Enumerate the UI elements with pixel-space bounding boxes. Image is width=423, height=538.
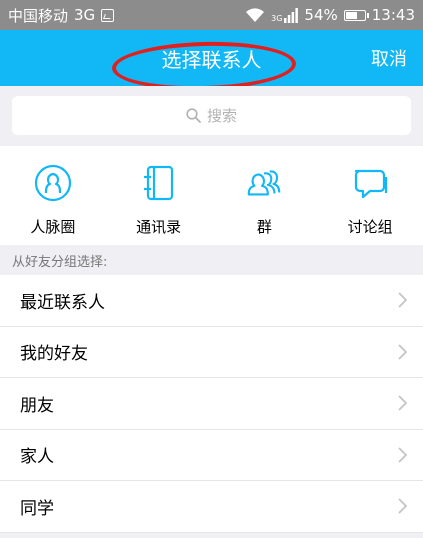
contact-circle-button[interactable]: 人脉圈	[0, 146, 106, 245]
status-right: 3G 54% 13:43	[245, 6, 415, 24]
status-left: 中国移动 3G	[8, 5, 115, 26]
network-type: 3G	[74, 6, 96, 24]
chevron-right-icon	[398, 292, 407, 308]
chevron-right-icon	[398, 344, 407, 360]
wifi-icon	[246, 7, 265, 22]
address-book-icon	[138, 162, 180, 204]
discussion-icon	[349, 162, 391, 204]
battery-fill	[345, 11, 357, 19]
quick-actions: 人脉圈 通讯录 群 讨论组	[0, 146, 423, 245]
signal-icon	[284, 7, 299, 23]
clock: 13:43	[371, 6, 415, 24]
group-item-label: 家人	[20, 447, 54, 468]
contact-circle-label: 人脉圈	[30, 218, 76, 236]
search-input[interactable]: 搜索	[12, 96, 411, 135]
section-label: 从好友分组选择:	[0, 245, 423, 275]
battery-icon	[343, 9, 369, 21]
group-item-classmates[interactable]: 同学	[0, 481, 423, 533]
discussion-label: 讨论组	[347, 218, 393, 236]
group-button[interactable]: 群	[212, 146, 318, 245]
group-label: 群	[256, 218, 272, 236]
group-list: 最近联系人 我的好友 朋友 家人 同学	[0, 275, 423, 533]
chevron-right-icon	[398, 498, 407, 514]
search-icon	[186, 108, 201, 123]
chevron-right-icon	[398, 395, 407, 411]
signal-network-type: 3G	[271, 13, 283, 23]
page-title: 选择联系人	[161, 47, 262, 72]
group-item-friends[interactable]: 朋友	[0, 378, 423, 430]
group-item-label: 最近联系人	[20, 292, 105, 313]
chevron-right-icon	[398, 447, 407, 463]
carrier-name: 中国移动	[8, 6, 69, 25]
status-bar: 中国移动 3G 3G 54% 13:43	[0, 0, 423, 30]
address-book-button[interactable]: 通讯录	[106, 146, 212, 245]
search-area: 搜索	[0, 86, 423, 146]
discussion-button[interactable]: 讨论组	[317, 146, 423, 245]
group-item-family[interactable]: 家人	[0, 430, 423, 481]
search-placeholder: 搜索	[206, 107, 237, 125]
battery-percent: 54%	[304, 6, 338, 24]
group-item-label: 朋友	[20, 395, 54, 416]
contact-circle-icon	[32, 162, 74, 204]
group-item-label: 我的好友	[20, 344, 88, 365]
header-bar: 选择联系人 取消	[0, 30, 423, 93]
image-notification-icon	[101, 8, 115, 22]
group-icon	[243, 162, 285, 204]
group-item-my-friends[interactable]: 我的好友	[0, 327, 423, 378]
cancel-button[interactable]: 取消	[371, 30, 407, 86]
cell-signal: 3G	[271, 7, 299, 23]
group-item-recent[interactable]: 最近联系人	[0, 275, 423, 327]
address-book-label: 通讯录	[136, 218, 182, 236]
group-item-label: 同学	[20, 498, 54, 519]
